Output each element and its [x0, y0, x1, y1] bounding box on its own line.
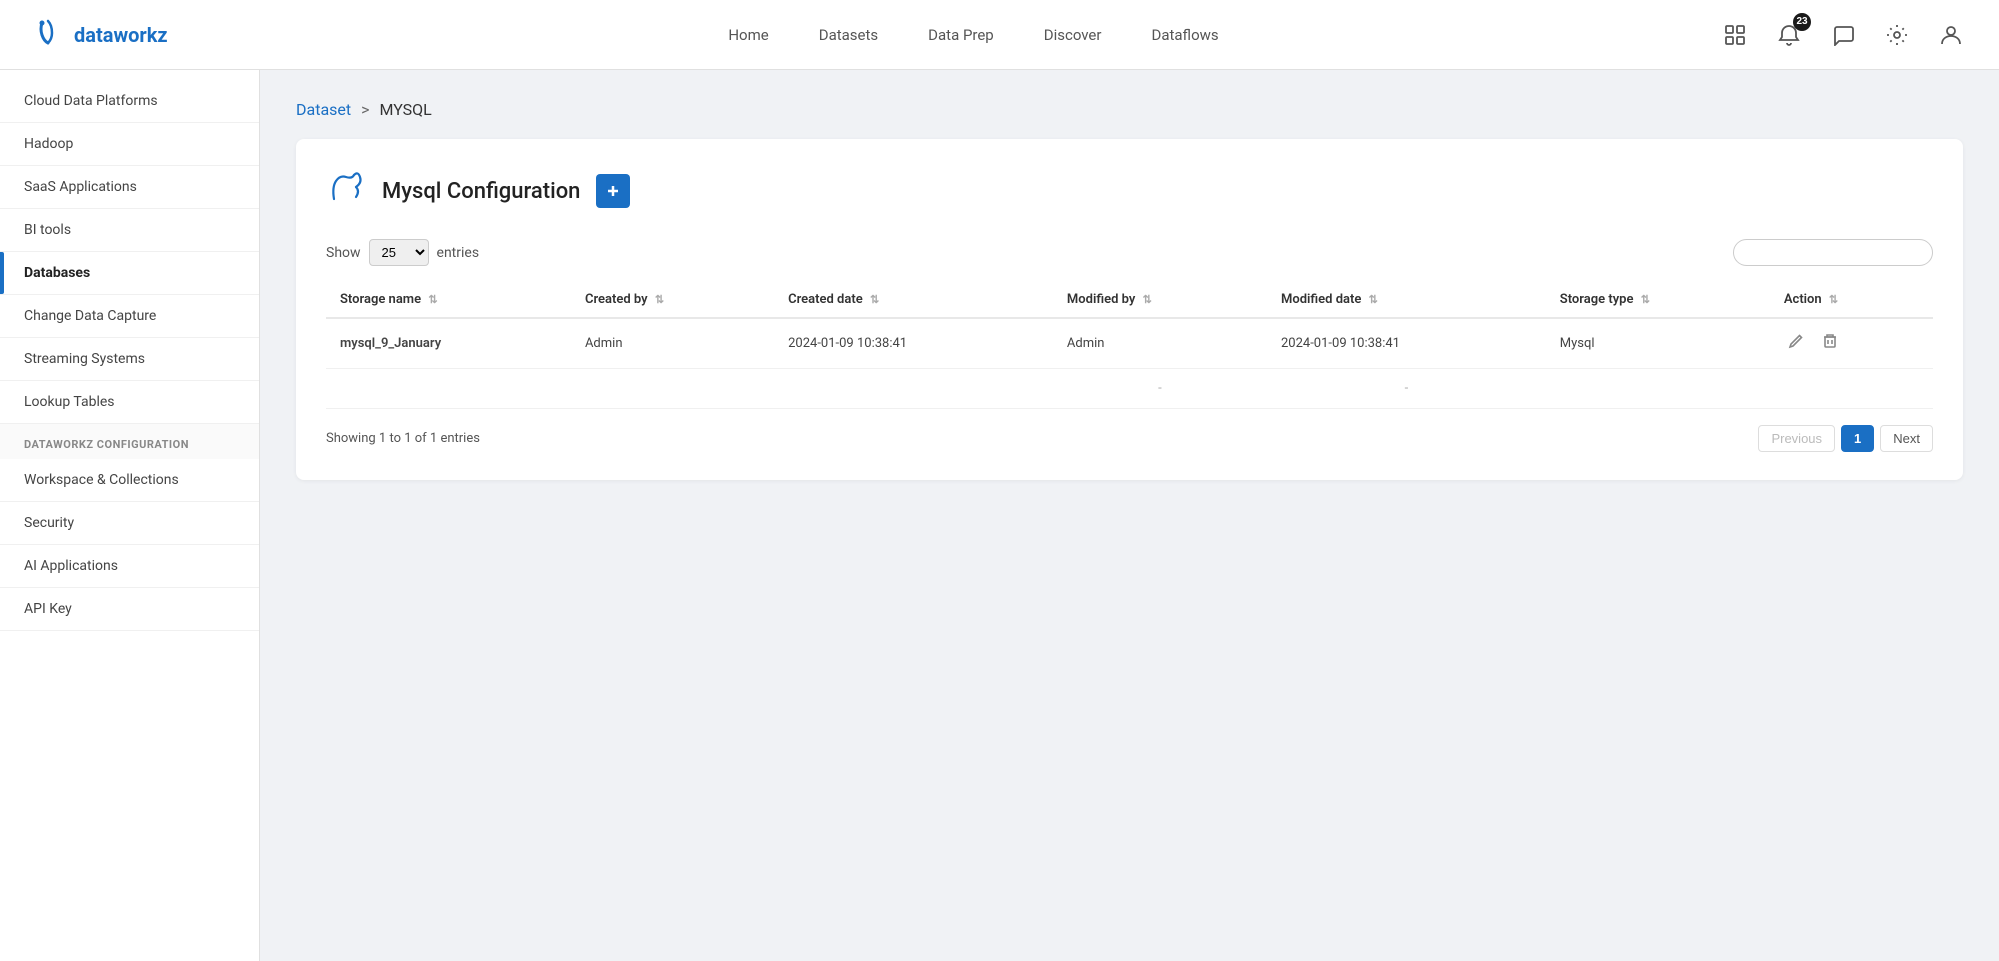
card-title: Mysql Configuration	[382, 179, 580, 204]
notification-button[interactable]: 23	[1771, 17, 1807, 53]
sidebar: Cloud Data Platforms Hadoop SaaS Applica…	[0, 70, 260, 961]
dash-1: -	[1053, 369, 1267, 409]
col-header-modified-date: Modified date ⇅	[1267, 282, 1546, 318]
page-1-button[interactable]: 1	[1841, 425, 1874, 452]
nav-actions: 23	[1717, 17, 1969, 53]
sort-icon-modified-date[interactable]: ⇅	[1369, 293, 1378, 306]
top-navbar: dataworkz Home Datasets Data Prep Discov…	[0, 0, 1999, 70]
mysql-icon	[326, 167, 366, 215]
next-page-button[interactable]: Next	[1880, 425, 1933, 452]
user-icon-button[interactable]	[1933, 17, 1969, 53]
breadcrumb: Dataset > MYSQL	[296, 100, 1963, 119]
show-entries-control: Show 10 25 50 100 entries	[326, 239, 479, 266]
sidebar-item-saas-applications[interactable]: SaaS Applications	[0, 166, 259, 209]
config-table: Storage name ⇅ Created by ⇅ Created date…	[326, 282, 1933, 409]
notification-badge: 23	[1793, 13, 1811, 31]
breadcrumb-separator: >	[361, 100, 369, 119]
logo: dataworkz	[30, 15, 230, 55]
sort-icon-created-by[interactable]: ⇅	[655, 293, 664, 306]
dash-2: -	[1267, 369, 1546, 409]
col-header-action: Action ⇅	[1770, 282, 1933, 318]
config-card: Mysql Configuration Show 10 25 50	[296, 139, 1963, 480]
nav-datasets[interactable]: Datasets	[819, 26, 878, 44]
sort-icon-created-date[interactable]: ⇅	[870, 293, 879, 306]
logo-text: dataworkz	[74, 23, 168, 47]
card-header: Mysql Configuration	[326, 167, 1933, 215]
sort-icon-modified-by[interactable]: ⇅	[1143, 293, 1152, 306]
cell-created-date: 2024-01-09 10:38:41	[774, 318, 1053, 369]
main-content: Dataset > MYSQL Mysql Configuration	[260, 70, 1999, 961]
nav-dataprep[interactable]: Data Prep	[928, 26, 994, 44]
cell-storage-type: Mysql	[1546, 318, 1770, 369]
breadcrumb-current: MYSQL	[379, 100, 431, 119]
nav-home[interactable]: Home	[728, 26, 768, 44]
delete-button[interactable]	[1818, 331, 1842, 356]
chat-icon-button[interactable]	[1825, 17, 1861, 53]
sidebar-item-bi-tools[interactable]: BI tools	[0, 209, 259, 252]
add-config-button[interactable]	[596, 174, 630, 208]
cell-modified-by: Admin	[1053, 318, 1267, 369]
table-controls: Show 10 25 50 100 entries	[326, 239, 1933, 266]
sidebar-item-api-key[interactable]: API Key	[0, 588, 259, 631]
table-body: mysql_9_January Admin 2024-01-09 10:38:4…	[326, 318, 1933, 409]
sidebar-item-cloud-data-platforms[interactable]: Cloud Data Platforms	[0, 80, 259, 123]
sort-icon-storage-type[interactable]: ⇅	[1641, 293, 1650, 306]
logo-icon	[30, 15, 66, 55]
table-header: Storage name ⇅ Created by ⇅ Created date…	[326, 282, 1933, 318]
sidebar-item-ai-applications[interactable]: AI Applications	[0, 545, 259, 588]
grid-icon-button[interactable]	[1717, 17, 1753, 53]
cell-action	[1770, 318, 1933, 369]
page-layout: Cloud Data Platforms Hadoop SaaS Applica…	[0, 70, 1999, 961]
sidebar-item-databases[interactable]: Databases	[0, 252, 259, 295]
edit-button[interactable]	[1784, 331, 1808, 356]
sidebar-item-workspace-collections[interactable]: Workspace & Collections	[0, 459, 259, 502]
sidebar-item-hadoop[interactable]: Hadoop	[0, 123, 259, 166]
action-buttons	[1784, 331, 1919, 356]
previous-page-button[interactable]: Previous	[1758, 425, 1835, 452]
col-header-created-by: Created by ⇅	[571, 282, 774, 318]
sidebar-item-security[interactable]: Security	[0, 502, 259, 545]
nav-dataflows[interactable]: Dataflows	[1151, 26, 1218, 44]
table-row: mysql_9_January Admin 2024-01-09 10:38:4…	[326, 318, 1933, 369]
filler-row: - -	[326, 369, 1933, 409]
entries-label: entries	[437, 245, 480, 261]
show-label: Show	[326, 245, 361, 261]
table-search-input[interactable]	[1733, 239, 1933, 266]
cell-storage-name: mysql_9_January	[326, 318, 571, 369]
nav-links: Home Datasets Data Prep Discover Dataflo…	[230, 26, 1717, 44]
pagination-controls: Previous 1 Next	[1758, 425, 1933, 452]
col-header-storage-type: Storage type ⇅	[1546, 282, 1770, 318]
cell-created-by: Admin	[571, 318, 774, 369]
sort-icon-action[interactable]: ⇅	[1829, 293, 1838, 306]
sidebar-item-change-data-capture[interactable]: Change Data Capture	[0, 295, 259, 338]
nav-discover[interactable]: Discover	[1044, 26, 1102, 44]
col-header-created-date: Created date ⇅	[774, 282, 1053, 318]
pagination-row: Showing 1 to 1 of 1 entries Previous 1 N…	[326, 425, 1933, 452]
sidebar-config-section-header: DATAWORKZ CONFIGURATION	[0, 424, 259, 459]
showing-text: Showing 1 to 1 of 1 entries	[326, 431, 480, 446]
sidebar-item-streaming-systems[interactable]: Streaming Systems	[0, 338, 259, 381]
sort-icon-storage-name[interactable]: ⇅	[428, 293, 437, 306]
breadcrumb-dataset-link[interactable]: Dataset	[296, 100, 351, 119]
entries-per-page-select[interactable]: 10 25 50 100	[369, 239, 429, 266]
col-header-modified-by: Modified by ⇅	[1053, 282, 1267, 318]
settings-icon-button[interactable]	[1879, 17, 1915, 53]
col-header-storage-name: Storage name ⇅	[326, 282, 571, 318]
sidebar-item-lookup-tables[interactable]: Lookup Tables	[0, 381, 259, 424]
cell-modified-date: 2024-01-09 10:38:41	[1267, 318, 1546, 369]
